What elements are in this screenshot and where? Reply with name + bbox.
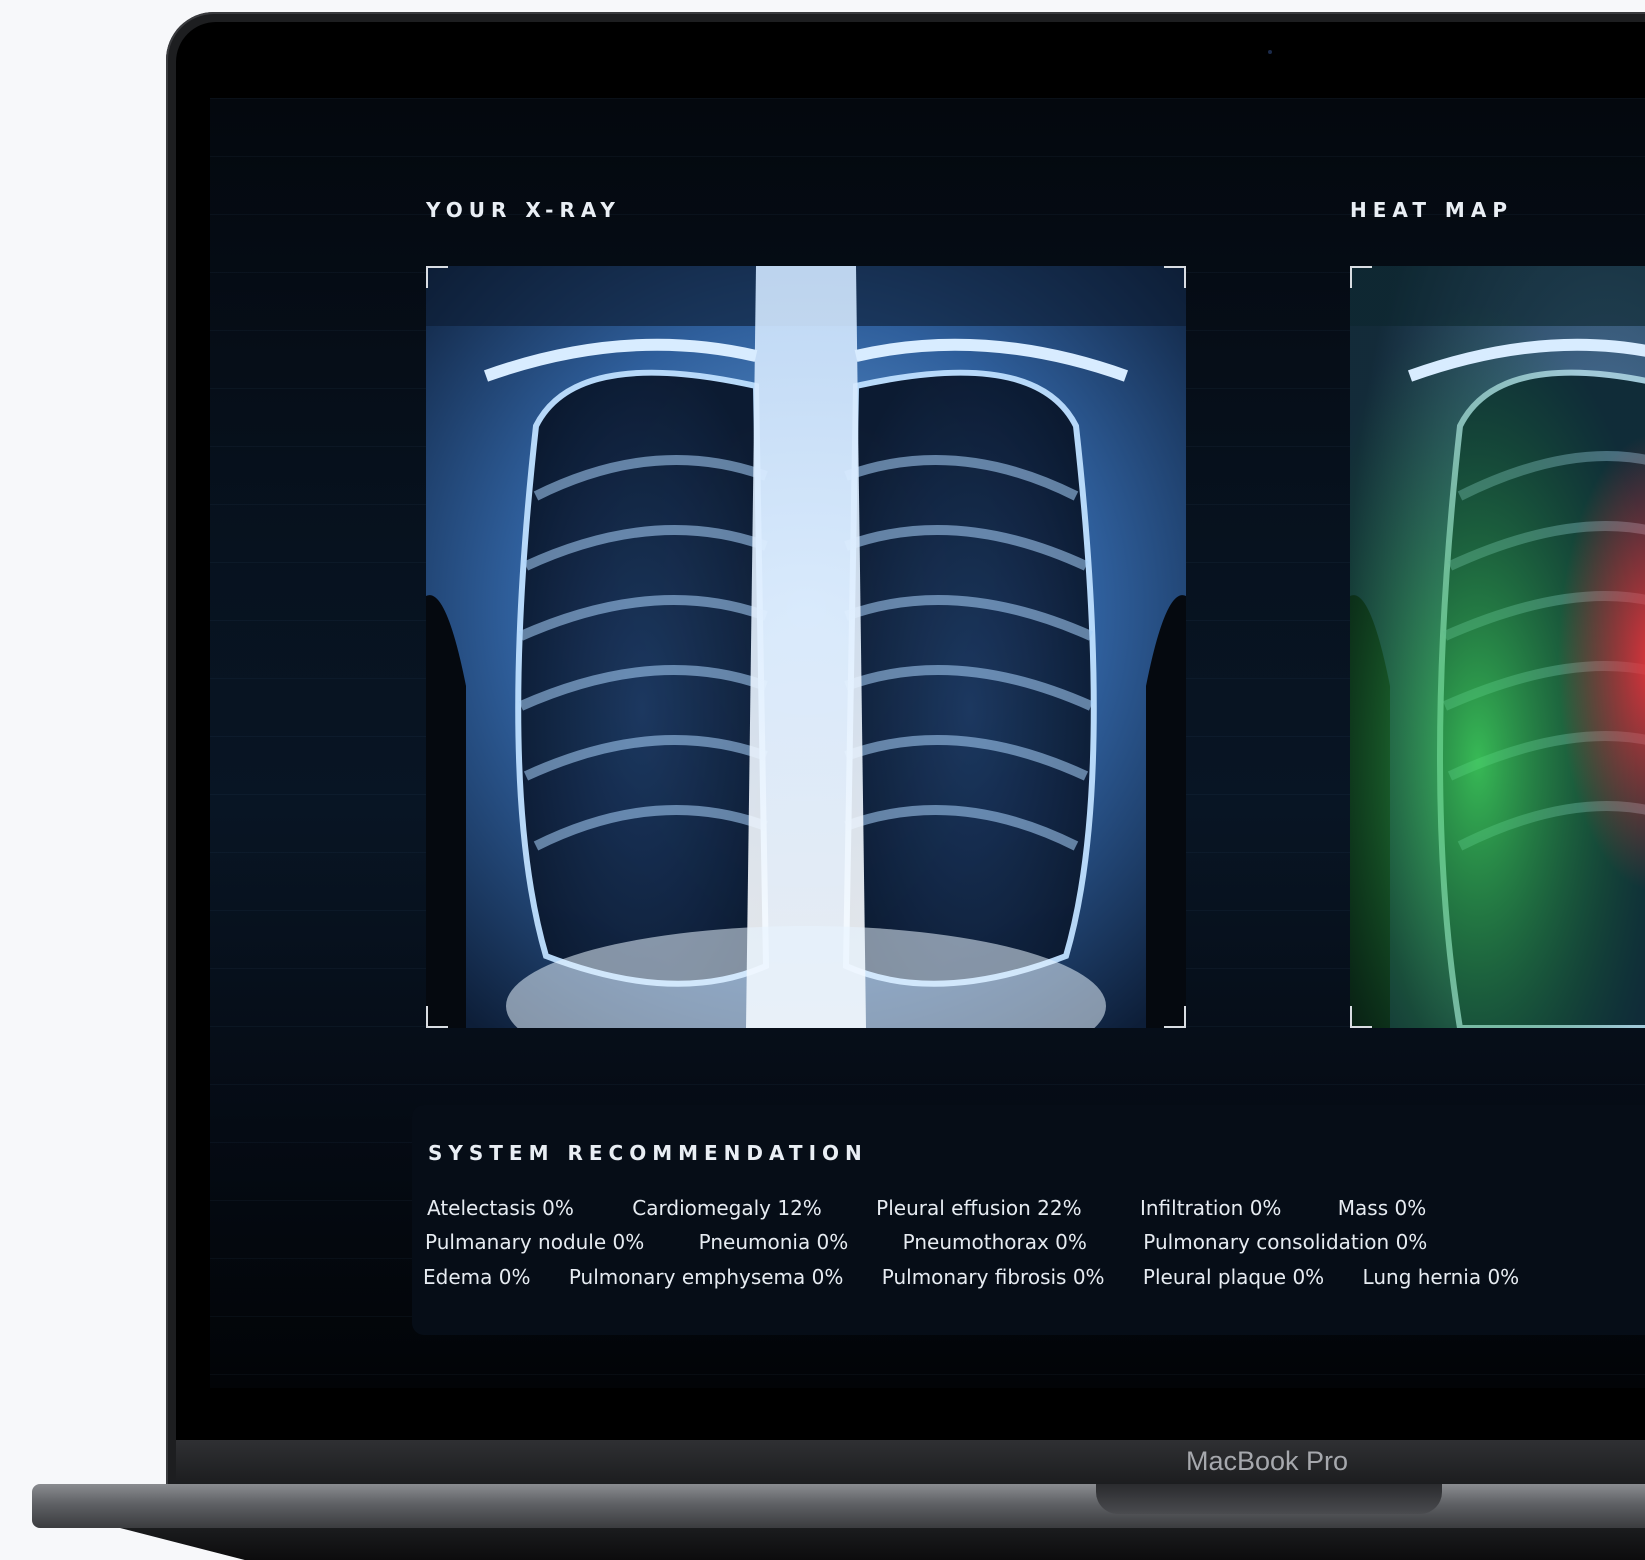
heatmap-image-frame bbox=[1350, 266, 1645, 1031]
laptop-chin bbox=[176, 1440, 1645, 1484]
heatmap-image bbox=[1350, 266, 1645, 1031]
xray-image-frame bbox=[426, 266, 1186, 1086]
finding-item: Edema 0% bbox=[423, 1265, 531, 1289]
finding-item: Pulmonary emphysema 0% bbox=[568, 1265, 844, 1289]
finding-item: Pulmanary nodule 0% bbox=[425, 1230, 645, 1254]
finding-item: Pleural plaque 0% bbox=[1142, 1265, 1325, 1289]
device-brand-label: MacBook Pro bbox=[1186, 1446, 1349, 1476]
laptop-hinge-notch bbox=[1096, 1484, 1442, 1514]
finding-item: Pulmonary consolidation 0% bbox=[1143, 1230, 1428, 1254]
system-recommendation-panel bbox=[412, 1105, 1645, 1335]
recommendation-row: Atelectasis 0% Cardiomegaly 12% Pleural … bbox=[427, 1196, 1460, 1220]
recommendation-title: SYSTEM RECOMMENDATION bbox=[428, 1141, 868, 1165]
frame-corner bbox=[1164, 266, 1186, 288]
frame-corner bbox=[1164, 1006, 1186, 1028]
finding-item: Infiltration 0% bbox=[1139, 1196, 1282, 1220]
xray-image bbox=[426, 266, 1186, 1086]
finding-item: Pleural effusion 22% bbox=[876, 1196, 1082, 1220]
frame-corner bbox=[1350, 1006, 1372, 1028]
finding-item: Lung hernia 0% bbox=[1362, 1265, 1520, 1289]
frame-corner bbox=[1350, 266, 1372, 288]
recommendation-row: Edema 0% Pulmonary emphysema 0% Pulmonar… bbox=[423, 1265, 1519, 1289]
finding-item: Pneumothorax 0% bbox=[902, 1230, 1087, 1254]
finding-item: Mass 0% bbox=[1337, 1196, 1427, 1220]
heatmap-panel-title: HEAT MAP bbox=[1350, 198, 1513, 222]
frame-corner bbox=[426, 266, 448, 288]
recommendation-row: Pulmanary nodule 0% Pneumonia 0% Pneumot… bbox=[425, 1230, 1461, 1254]
finding-item: Atelectasis 0% bbox=[427, 1196, 574, 1220]
finding-item: Pneumonia 0% bbox=[698, 1230, 849, 1254]
finding-item: Pulmonary fibrosis 0% bbox=[881, 1265, 1105, 1289]
xray-panel-title: YOUR X-RAY bbox=[426, 198, 621, 222]
finding-item: Cardiomegaly 12% bbox=[632, 1196, 822, 1220]
frame-corner bbox=[426, 1006, 448, 1028]
laptop-bottom-shadow bbox=[120, 1528, 1645, 1560]
camera-icon bbox=[1268, 50, 1272, 54]
